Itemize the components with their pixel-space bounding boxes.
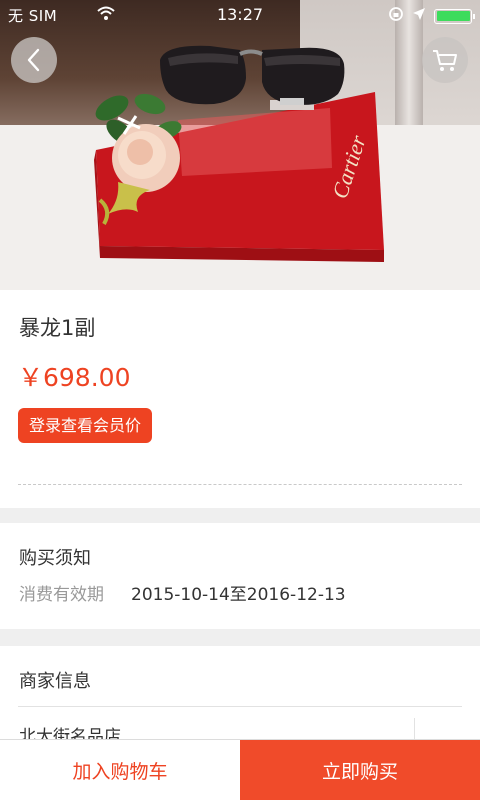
battery-icon <box>434 8 475 24</box>
notice-title: 购买须知 <box>19 548 91 569</box>
rotation-lock-icon <box>388 6 404 26</box>
product-info-card: 暴龙1副 ￥698.00 登录查看会员价 <box>0 290 480 508</box>
section-divider <box>18 706 462 707</box>
chevron-left-icon <box>27 48 40 72</box>
validity-value: 2015-10-14至2016-12-13 <box>131 585 346 605</box>
shopping-cart-icon <box>433 50 457 71</box>
location-arrow-icon <box>412 7 426 25</box>
back-button[interactable] <box>11 37 57 83</box>
product-hero-image: Cartier 无 SIM 13:27 <box>0 0 480 290</box>
validity-label: 消费有效期 <box>19 585 104 605</box>
purchase-notice-section: 购买须知 消费有效期 2015-10-14至2016-12-13 <box>0 523 480 629</box>
member-price-login-button[interactable]: 登录查看会员价 <box>18 408 153 443</box>
cart-button[interactable] <box>422 37 468 83</box>
product-title: 暴龙1副 <box>19 316 96 340</box>
merchant-title: 商家信息 <box>19 671 91 692</box>
buy-now-button[interactable]: 立即购买 <box>240 740 480 800</box>
dashed-divider <box>18 484 462 485</box>
product-price: ￥698.00 <box>18 363 131 392</box>
bottom-action-bar: 加入购物车 立即购买 <box>0 739 480 800</box>
product-photo: Cartier <box>0 45 480 290</box>
status-icons <box>388 6 475 26</box>
status-bar: 无 SIM 13:27 <box>0 0 480 28</box>
add-to-cart-button[interactable]: 加入购物车 <box>0 740 240 800</box>
